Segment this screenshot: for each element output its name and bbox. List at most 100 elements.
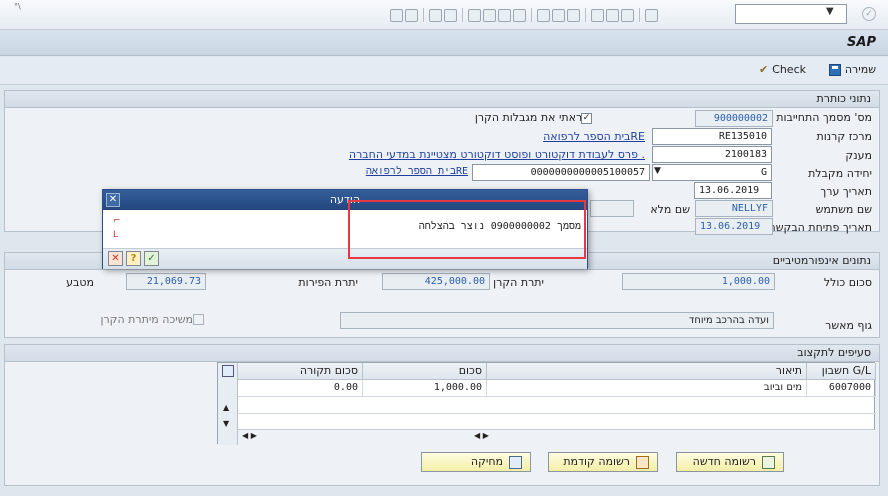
fund-balance-field: 425,000.00 — [382, 273, 490, 290]
scroll-up-icon[interactable]: ▲ — [223, 403, 229, 412]
table-settings-icon[interactable] — [222, 365, 234, 377]
toolbar-divider — [531, 8, 532, 22]
new-record-button[interactable]: רשומה חדשה — [676, 452, 784, 472]
grant-label: מענק — [845, 149, 872, 162]
commit-doc-field: 900000002 — [695, 110, 773, 127]
message-highlight-frame — [348, 200, 586, 259]
shortcut-icon[interactable] — [444, 8, 457, 22]
prev-page-icon[interactable] — [483, 8, 496, 22]
layout-icon[interactable] — [390, 8, 403, 22]
save-icon — [828, 63, 841, 76]
new-record-icon — [762, 455, 775, 469]
message-corner-mark: ⌐ — [113, 216, 121, 226]
table-row[interactable] — [238, 397, 876, 414]
receiving-unit-label: יחידה מקבלת — [808, 167, 872, 180]
prev-record-icon — [636, 455, 649, 469]
fund-center-link[interactable]: בית הספר לרפואהRE — [543, 130, 645, 143]
delete-icon — [509, 455, 522, 469]
save-toolbar-icon[interactable] — [645, 8, 658, 22]
read-limits-checkbox[interactable]: ✓ — [581, 113, 592, 124]
window-corner-mark: °\ — [14, 2, 21, 11]
fruits-balance-label: יתרת הפירות — [298, 276, 358, 289]
delete-button[interactable]: מחיקה — [421, 452, 531, 472]
find-icon[interactable] — [537, 8, 550, 22]
help-icon[interactable]: ? — [126, 251, 141, 266]
save-label: שמירה — [844, 63, 876, 76]
toolbar-icon-strip — [390, 7, 720, 23]
row-desc-cell[interactable]: מים וביוב — [487, 380, 807, 397]
row-gl-cell[interactable]: 6007000 — [807, 380, 876, 397]
cancel-icon[interactable]: ✕ — [108, 251, 123, 266]
value-date-input[interactable]: 13.06.2019 — [694, 182, 772, 199]
exit-icon[interactable] — [606, 8, 619, 22]
grant-link[interactable]: פרס לעבודת דוקטורט ופוסט דוקטורט מצטיינת… — [349, 148, 645, 161]
username-label: שם משתמש — [815, 203, 872, 216]
prev-record-button[interactable]: רשומה קודמת — [548, 452, 658, 472]
request-date-label: תאריך פתיחת הבקשה — [768, 221, 872, 234]
chevron-down-icon[interactable]: ▼ — [654, 166, 661, 176]
fund-center-input[interactable]: RE135010 — [652, 128, 772, 145]
group-title: סעיפים לתקצוב — [5, 345, 879, 362]
check-icon: ✔ — [758, 63, 769, 76]
receiving-unit-input[interactable]: G — [652, 164, 772, 181]
column-header-overhead[interactable]: סכום תקורה — [238, 363, 363, 380]
receiving-unit-code-select[interactable]: 0000000000005100057 — [472, 164, 650, 181]
commit-doc-label: מס' מסמך התחייבות — [776, 111, 872, 124]
toolbar-divider — [423, 8, 424, 22]
page-title: SAP — [847, 35, 876, 50]
budget-lines-table: ▲ ▼ חשבון G/L תיאור סכום סכום תקורה 6007… — [217, 362, 876, 445]
save-button[interactable]: שמירה — [828, 63, 876, 76]
new-session-icon[interactable] — [429, 8, 442, 22]
receiving-unit-link[interactable]: בית הספר לרפואהRE — [366, 166, 468, 178]
new-record-label: רשומה חדשה — [692, 455, 756, 468]
fullname-label: שם מלא — [650, 203, 690, 216]
row-overhead-cell: 0.00 — [238, 380, 363, 397]
application-toolbar: שמירה ✔ Check — [0, 57, 888, 85]
grant-input[interactable]: 2100183 — [652, 146, 772, 163]
withdraw-label: משיכה מיתרת הקרן — [100, 313, 193, 326]
first-page-icon[interactable] — [468, 8, 481, 22]
toolbar-divider — [462, 8, 463, 22]
fund-center-label: מרכז קרנות — [816, 130, 872, 143]
total-label: סכום כולל — [823, 276, 872, 289]
print-icon[interactable] — [567, 8, 580, 22]
withdraw-checkbox — [193, 314, 204, 325]
check-label: Check — [772, 63, 806, 76]
help-icon[interactable] — [405, 8, 418, 22]
chevron-down-icon[interactable]: ▼ — [826, 6, 834, 17]
message-corner-mark: L — [113, 230, 119, 240]
toolbar-divider — [585, 8, 586, 22]
column-header-gl[interactable]: חשבון G/L — [807, 363, 876, 380]
fund-balance-label: יתרת הקרן — [493, 276, 544, 289]
approver-field: ועדה בהרכב מיוחד — [340, 312, 774, 329]
find-next-icon[interactable] — [552, 8, 565, 22]
check-button[interactable]: ✔ Check — [759, 63, 806, 76]
confirm-icon[interactable]: ✓ — [144, 251, 159, 266]
system-toolbar: °\ ▼ ✓ — [0, 0, 888, 30]
horizontal-scrollbar[interactable]: ◀ ▶ ◀ ▶ — [238, 429, 876, 444]
close-icon[interactable]: ✕ — [106, 193, 120, 207]
toolbar-divider — [639, 8, 640, 22]
fullname-field — [590, 200, 634, 217]
approver-label: גוף מאשר — [825, 319, 872, 332]
column-header-desc[interactable]: תיאור — [487, 363, 807, 380]
prev-record-label: רשומה קודמת — [563, 455, 630, 468]
scroll-down-icon[interactable]: ▼ — [223, 419, 229, 428]
row-amount-cell[interactable]: 1,000.00 — [363, 380, 487, 397]
scroll-left-icon[interactable]: ◀ ▶ — [242, 431, 257, 440]
username-field: NELLYF — [695, 200, 773, 217]
total-field: 1,000.00 — [622, 273, 775, 290]
column-header-amount[interactable]: סכום — [363, 363, 487, 380]
fruits-balance-field: 21,069.73 — [126, 273, 206, 290]
request-date-field: 13.06.2019 — [695, 218, 773, 235]
delete-label: מחיקה — [470, 455, 503, 468]
read-limits-label: קראתי את מגבלות הקרן — [474, 111, 590, 124]
group-title: נתוני כותרת — [5, 91, 879, 108]
enter-check-icon[interactable]: ✓ — [862, 7, 876, 21]
last-page-icon[interactable] — [513, 8, 526, 22]
cancel-icon[interactable] — [621, 8, 634, 22]
back-icon[interactable] — [591, 8, 604, 22]
next-page-icon[interactable] — [498, 8, 511, 22]
scroll-right-icon[interactable]: ◀ ▶ — [474, 431, 489, 440]
value-date-label: תאריך ערך — [820, 185, 872, 198]
